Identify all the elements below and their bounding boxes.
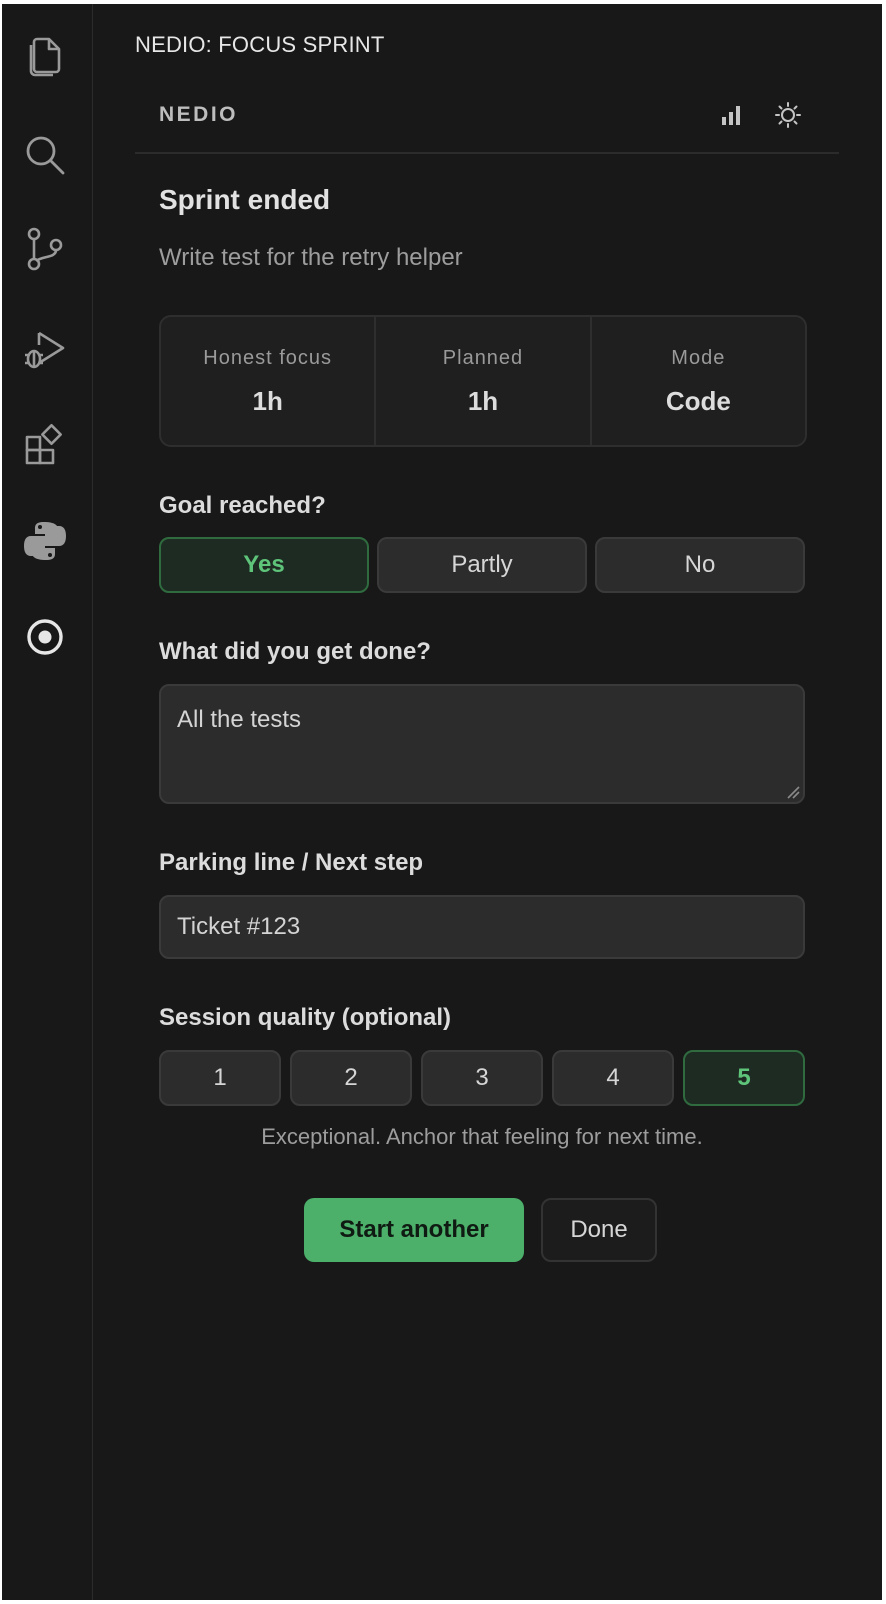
done-button[interactable]: Done xyxy=(541,1198,657,1262)
done-text: All the tests xyxy=(177,706,302,733)
goal-option-yes[interactable]: Yes xyxy=(159,537,369,593)
vscode-window: NEDIO: FOCUS SPRINT NEDIO Sprint ended W… xyxy=(2,4,882,1600)
stat-value: 1h xyxy=(252,386,283,416)
panel-title: NEDIO: FOCUS SPRINT xyxy=(135,32,385,57)
stat-label: Planned xyxy=(442,347,524,369)
stat-label: Mode xyxy=(671,347,726,369)
run-debug-icon[interactable] xyxy=(22,326,68,372)
done-textarea[interactable]: All the tests xyxy=(159,684,805,804)
stats-icon[interactable] xyxy=(717,100,747,130)
quality-hint: Exceptional. Anchor that feeling for nex… xyxy=(261,1124,703,1149)
resize-grip-icon[interactable] xyxy=(786,785,800,799)
quality-question: Session quality (optional) xyxy=(159,1004,452,1031)
sidebar: NEDIO: FOCUS SPRINT NEDIO Sprint ended W… xyxy=(93,4,882,1600)
stats-card: Honest focus 1h Planned 1h Mode Code xyxy=(159,315,807,447)
stat-value: Code xyxy=(665,386,731,416)
python-icon[interactable] xyxy=(22,518,68,564)
stat-label: Honest focus xyxy=(203,347,333,369)
parking-question: Parking line / Next step xyxy=(159,849,424,876)
goal-option-partly[interactable]: Partly xyxy=(377,537,587,593)
done-question: What did you get done? xyxy=(159,638,431,665)
sprint-heading: Sprint ended xyxy=(159,184,331,215)
extensions-icon[interactable] xyxy=(22,422,68,468)
task-title: Write test for the retry helper xyxy=(159,244,463,271)
parking-input[interactable]: Ticket #123 xyxy=(159,895,805,959)
stat-value: 1h xyxy=(467,386,499,416)
start-another-button[interactable]: Start another xyxy=(304,1198,524,1262)
stat-mode: Mode Code xyxy=(592,317,805,445)
quality-option-1[interactable]: 1 xyxy=(159,1050,281,1106)
goal-options: Yes Partly No xyxy=(159,537,805,593)
quality-option-2[interactable]: 2 xyxy=(290,1050,412,1106)
section-label: NEDIO xyxy=(159,103,239,126)
source-control-icon[interactable] xyxy=(22,226,68,272)
goal-option-no[interactable]: No xyxy=(595,537,805,593)
nedio-target-icon[interactable] xyxy=(22,614,68,660)
quality-options: 1 2 3 4 5 xyxy=(159,1050,805,1106)
quality-option-4[interactable]: 4 xyxy=(552,1050,674,1106)
theme-sun-icon[interactable] xyxy=(773,100,803,130)
quality-option-5[interactable]: 5 xyxy=(683,1050,805,1106)
parking-text: Ticket #123 xyxy=(177,913,301,940)
goal-question: Goal reached? xyxy=(159,492,326,519)
search-icon[interactable] xyxy=(22,132,68,178)
files-icon[interactable] xyxy=(22,32,68,78)
stat-honest-focus: Honest focus 1h xyxy=(161,317,377,445)
quality-option-3[interactable]: 3 xyxy=(421,1050,543,1106)
activity-bar xyxy=(2,4,93,1600)
stat-planned: Planned 1h xyxy=(376,317,592,445)
section-header: NEDIO xyxy=(135,84,839,154)
